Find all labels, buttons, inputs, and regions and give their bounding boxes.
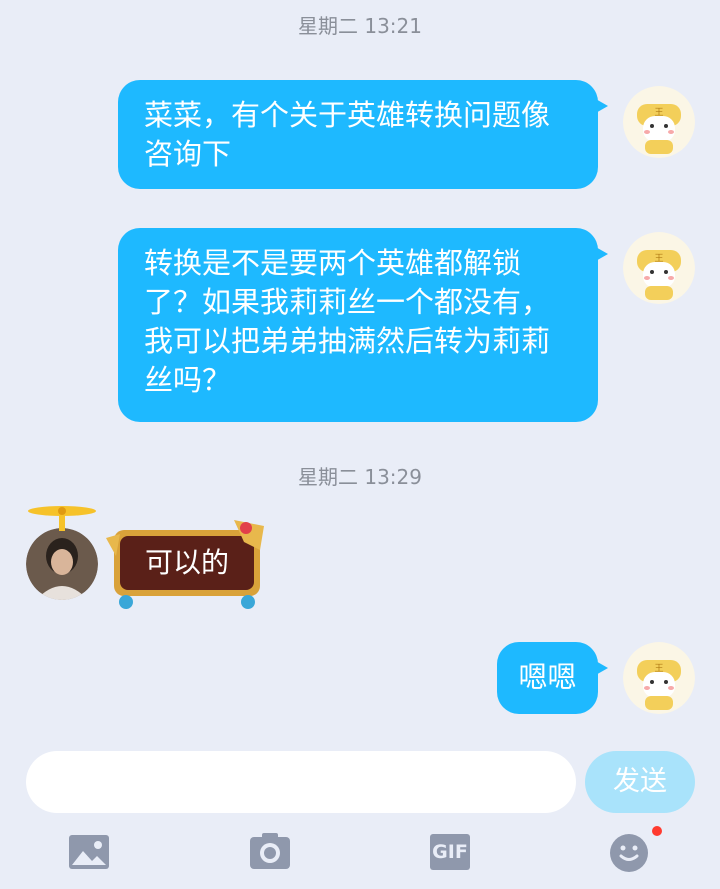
message-bubble-self[interactable]: 嗯嗯 [497,642,608,714]
camera-icon[interactable] [249,832,291,870]
svg-text:王: 王 [654,107,663,118]
avatar-self[interactable]: 王 [623,232,695,304]
message-text: 转换是不是要两个英雄都解锁了？如果我莉莉丝一个都没有，我可以把弟弟抽满然后转为莉… [144,246,551,397]
timestamp: 星期二 13:29 [298,465,422,489]
svg-text:王: 王 [654,663,663,674]
tiger-avatar-icon: 王 [623,642,695,714]
message-input[interactable] [26,751,576,813]
emoji-icon[interactable] [609,825,667,873]
person-avatar-icon [26,528,98,600]
message-text: 可以的 [144,546,229,579]
avatar-other[interactable] [26,528,98,600]
avatar-self[interactable]: 王 [623,642,695,714]
message-bubble-self[interactable]: 转换是不是要两个英雄都解锁了？如果我莉莉丝一个都没有，我可以把弟弟抽满然后转为莉… [118,228,608,422]
propeller-hat-icon [28,506,96,531]
message-bubble-self[interactable]: 菜菜，有个关于英雄转换问题像咨询下 [118,80,608,189]
tiger-avatar-icon: 王 [623,232,695,304]
tiger-avatar-icon: 王 [623,86,695,158]
message-text: 嗯嗯 [518,660,577,694]
notification-badge [652,826,662,836]
image-icon[interactable] [68,834,110,870]
gif-icon[interactable]: GIF [430,834,470,870]
svg-text:王: 王 [654,253,663,264]
timestamp: 星期二 13:21 [298,14,422,38]
avatar-self[interactable]: 王 [623,86,695,158]
message-text: 菜菜，有个关于英雄转换问题像咨询下 [144,98,551,171]
message-bubble-other[interactable]: 可以的 [104,516,270,612]
send-button[interactable]: 发送 [585,751,695,813]
